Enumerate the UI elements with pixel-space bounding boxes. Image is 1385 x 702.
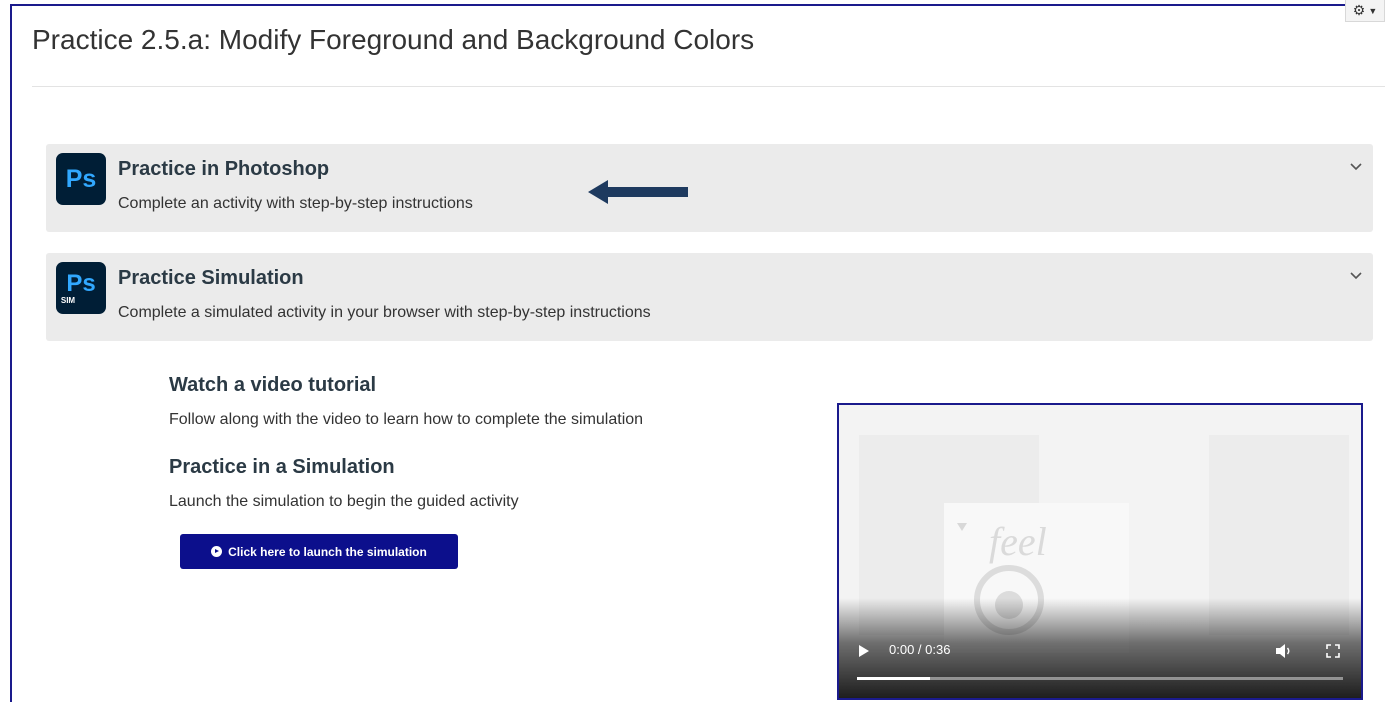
chevron-down-icon[interactable] — [1348, 267, 1364, 283]
title-divider — [32, 86, 1385, 87]
volume-icon[interactable] — [1275, 643, 1293, 659]
practice-simulation-panel[interactable]: Ps SIM Practice Simulation Complete a si… — [46, 253, 1373, 341]
panel-title: Practice in Photoshop — [118, 158, 330, 180]
play-circle-icon — [211, 546, 223, 557]
settings-button[interactable]: ⚙ ▼ — [1345, 0, 1385, 22]
launch-simulation-button[interactable]: Click here to launch the simulation — [180, 534, 458, 569]
photoshop-icon: Ps — [56, 153, 106, 205]
simulation-text: Launch the simulation to begin the guide… — [169, 493, 519, 510]
practice-photoshop-panel[interactable]: Ps Practice in Photoshop Complete an act… — [46, 144, 1373, 232]
photoshop-icon-text: Ps — [65, 164, 97, 193]
video-time: 0:00 / 0:36 — [889, 642, 951, 657]
video-player[interactable]: feel 0:00 / 0:36 — [837, 403, 1363, 700]
caret-down-icon: ▼ — [1368, 5, 1378, 16]
sim-badge: SIM — [60, 295, 76, 305]
chevron-down-icon[interactable] — [1348, 158, 1364, 174]
photoshop-sim-icon-text: Ps — [66, 269, 96, 297]
video-progress-track[interactable] — [857, 677, 1343, 680]
arrow-left-icon — [588, 180, 688, 204]
page-title: Practice 2.5.a: Modify Foreground and Ba… — [32, 24, 755, 55]
video-tutorial-heading: Watch a video tutorial — [169, 374, 377, 396]
panel-subtitle: Complete a simulated activity in your br… — [118, 304, 651, 321]
photoshop-sim-icon: Ps SIM — [56, 262, 106, 314]
video-preview-text: feel — [989, 519, 1047, 564]
video-tutorial-text: Follow along with the video to learn how… — [169, 411, 644, 428]
fullscreen-icon[interactable] — [1325, 643, 1341, 659]
panel-title: Practice Simulation — [118, 267, 304, 289]
simulation-heading: Practice in a Simulation — [169, 456, 395, 478]
launch-simulation-label: Click here to launch the simulation — [228, 544, 427, 559]
play-icon[interactable] — [859, 645, 869, 657]
gear-icon: ⚙ — [1352, 2, 1366, 18]
video-buffer-bar — [857, 677, 930, 680]
panel-subtitle: Complete an activity with step-by-step i… — [118, 195, 473, 212]
